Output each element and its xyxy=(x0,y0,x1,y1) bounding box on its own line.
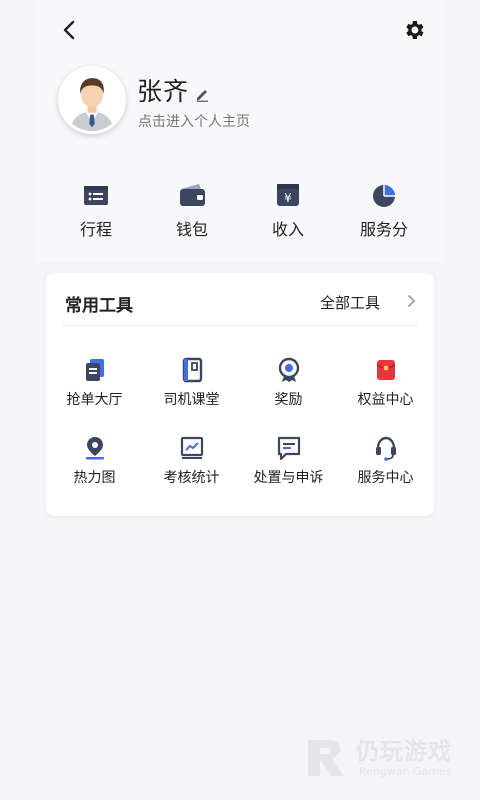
tool-label: 热力图 xyxy=(73,470,116,486)
watermark-subtitle: Rengwan Games xyxy=(359,765,452,778)
quick-income[interactable]: ¥ 收入 xyxy=(240,180,336,240)
tool-label: 奖励 xyxy=(274,392,303,408)
tool-order-hall[interactable]: 抢单大厅 xyxy=(46,357,143,409)
tool-driver-class[interactable]: 司机课堂 xyxy=(143,357,240,409)
quick-service-score-label: 服务分 xyxy=(359,220,408,239)
order-hall-icon xyxy=(85,359,104,381)
tool-appeal[interactable]: 处置与申诉 xyxy=(240,435,337,487)
gear-icon[interactable] xyxy=(402,18,426,42)
svg-text:¥: ¥ xyxy=(284,191,292,205)
heatmap-icon xyxy=(85,437,104,460)
tool-label: 处置与申诉 xyxy=(253,470,324,486)
chevron-right-icon[interactable] xyxy=(404,293,418,309)
tool-reward[interactable]: 奖励 xyxy=(240,357,337,409)
benefits-icon xyxy=(376,360,395,380)
divider xyxy=(62,325,418,326)
income-icon: ¥ xyxy=(277,184,299,206)
quick-itinerary[interactable]: 行程 xyxy=(48,180,144,240)
tools-title: 常用工具 xyxy=(65,296,133,316)
avatar[interactable] xyxy=(58,66,126,134)
tool-service-center[interactable]: 服务中心 xyxy=(337,435,434,487)
watermark-logo-icon xyxy=(308,740,344,776)
tool-label: 权益中心 xyxy=(357,392,414,408)
tools-grid: 抢单大厅 司机课堂 奖励 权益中心 热力图 考核统计 处置与申诉 服务中心 xyxy=(46,357,434,487)
avatar-portrait-icon xyxy=(61,69,123,131)
common-tools-card: 常用工具 全部工具 抢单大厅 司机课堂 奖励 权益中心 热力图 考核统计 处置与… xyxy=(46,273,434,516)
driver-class-icon xyxy=(182,357,202,383)
quick-wallet-label: 钱包 xyxy=(175,220,208,239)
reward-icon xyxy=(278,357,299,382)
watermark: 仍玩游戏 Rengwan Games xyxy=(304,732,464,784)
tool-stats[interactable]: 考核统计 xyxy=(143,435,240,487)
edit-pencil-icon[interactable] xyxy=(194,86,210,102)
quick-service-score[interactable]: 服务分 xyxy=(336,180,432,240)
quick-actions: 行程 钱包 ¥ 收入 服务分 xyxy=(36,180,444,240)
tool-benefits[interactable]: 权益中心 xyxy=(337,357,434,409)
appeal-icon xyxy=(277,436,300,461)
wallet-icon xyxy=(180,184,205,206)
stats-icon xyxy=(180,436,203,459)
back-arrow-icon[interactable] xyxy=(58,18,82,42)
tool-heatmap[interactable]: 热力图 xyxy=(46,435,143,487)
tool-label: 抢单大厅 xyxy=(66,392,123,408)
service-score-icon xyxy=(373,185,395,207)
tool-label: 司机课堂 xyxy=(163,392,220,408)
profile-header: 张齐 点击进入个人主页 行程 钱包 ¥ 收入 服务分 xyxy=(36,0,444,262)
profile-entry-hint[interactable]: 点击进入个人主页 xyxy=(138,111,250,131)
quick-wallet[interactable]: 钱包 xyxy=(144,180,240,240)
itinerary-icon xyxy=(84,186,108,205)
user-name[interactable]: 张齐 xyxy=(137,72,189,108)
service-center-icon xyxy=(375,436,396,461)
tool-label: 服务中心 xyxy=(357,470,414,486)
quick-income-label: 收入 xyxy=(271,220,304,239)
watermark-title: 仍玩游戏 xyxy=(356,739,452,765)
all-tools-link[interactable]: 全部工具 xyxy=(320,292,380,313)
quick-itinerary-label: 行程 xyxy=(79,220,112,239)
tool-label: 考核统计 xyxy=(163,470,220,486)
